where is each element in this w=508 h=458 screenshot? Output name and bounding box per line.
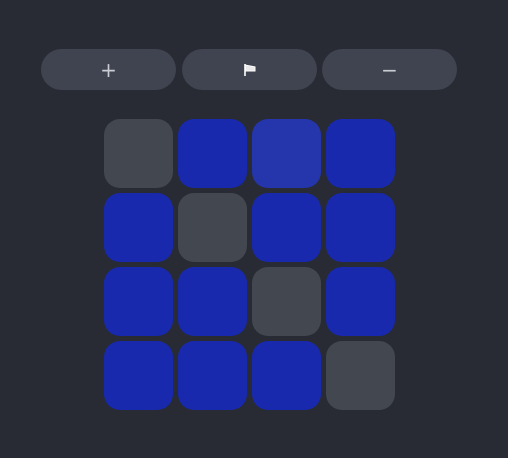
board-tile[interactable]	[252, 119, 321, 188]
board-tile[interactable]	[104, 341, 173, 410]
game-board	[104, 119, 396, 411]
board-tile[interactable]	[178, 267, 247, 336]
board-tile[interactable]	[104, 267, 173, 336]
board-tile[interactable]	[178, 119, 247, 188]
plus-icon: +	[100, 57, 117, 82]
minus-icon: −	[381, 57, 398, 82]
flag-icon	[243, 63, 255, 76]
board-tile[interactable]	[104, 119, 173, 188]
board-tile[interactable]	[252, 267, 321, 336]
board-tile[interactable]	[326, 119, 395, 188]
board-tile[interactable]	[252, 341, 321, 410]
board-tile[interactable]	[252, 193, 321, 262]
board-tile[interactable]	[326, 267, 395, 336]
board-tile[interactable]	[178, 193, 247, 262]
board-tile[interactable]	[326, 341, 395, 410]
flag-button[interactable]	[182, 49, 317, 90]
board-tile[interactable]	[326, 193, 395, 262]
board-tile[interactable]	[178, 341, 247, 410]
remove-button[interactable]: −	[322, 49, 457, 90]
board-tile[interactable]	[104, 193, 173, 262]
toolbar: + −	[41, 49, 457, 90]
add-button[interactable]: +	[41, 49, 176, 90]
